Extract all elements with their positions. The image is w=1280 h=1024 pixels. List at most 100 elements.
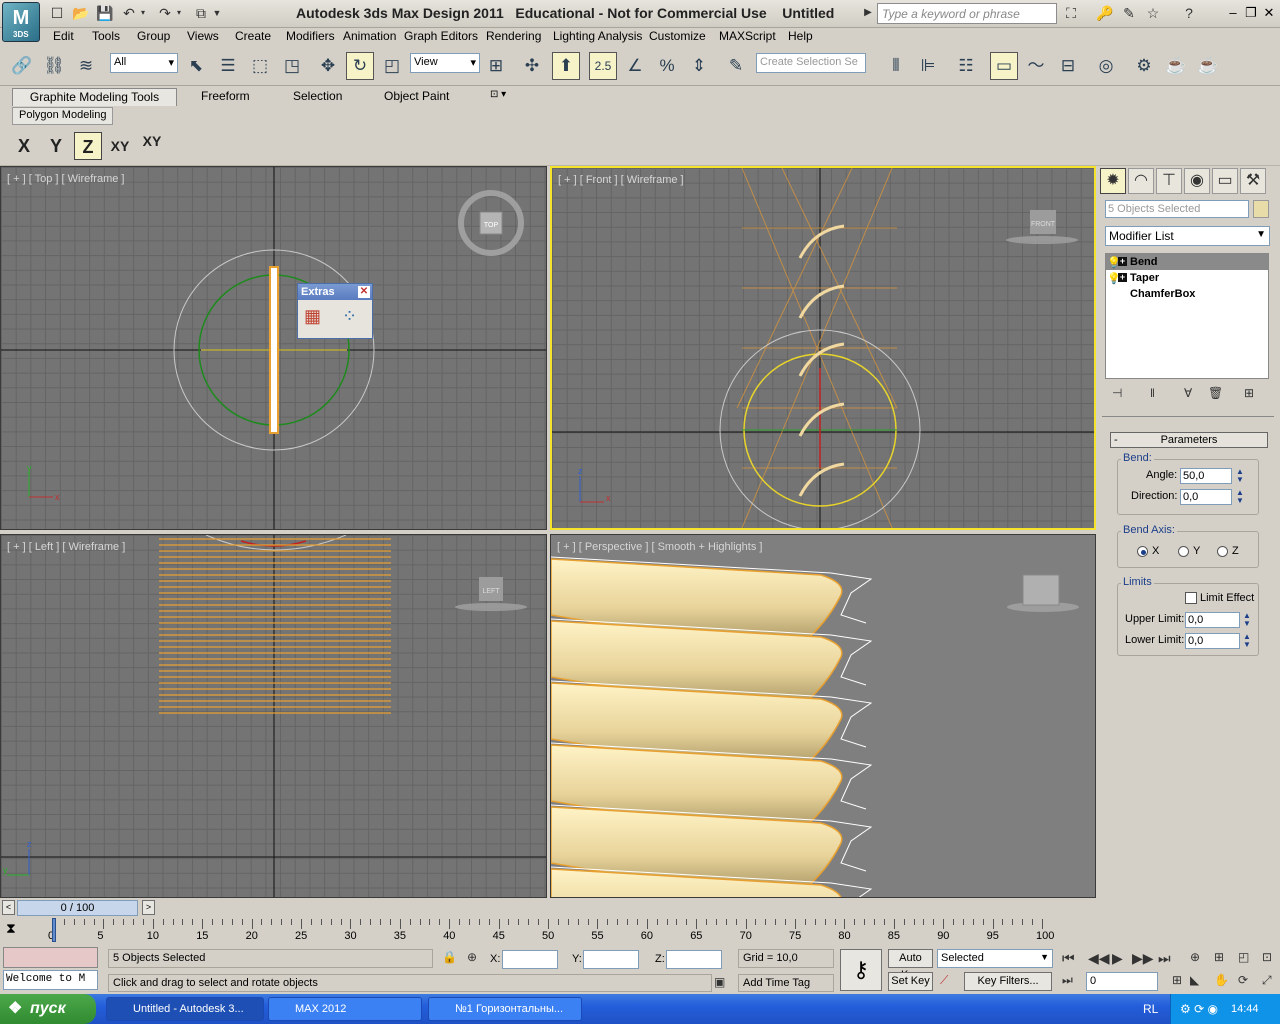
axis-x-button[interactable]: X bbox=[10, 132, 38, 160]
tab-graphite-modeling-tools[interactable]: Graphite Modeling Tools bbox=[12, 88, 177, 106]
clock[interactable]: 14:44 bbox=[1231, 1003, 1259, 1015]
tab-polygon-modeling[interactable]: Polygon Modeling bbox=[12, 107, 114, 125]
time-tag-icon[interactable]: ▣ bbox=[714, 975, 725, 989]
remove-modifier-icon[interactable]: 🗑 bbox=[1208, 386, 1223, 400]
curve-editor-icon[interactable]: 〜 bbox=[1022, 52, 1050, 80]
project-folder-icon[interactable]: ⧉ bbox=[192, 4, 210, 22]
close-icon[interactable]: ✕ bbox=[358, 286, 370, 298]
maxscript-mini-listener[interactable]: Welcome to M bbox=[3, 970, 98, 990]
mirror-icon[interactable]: ⫴ bbox=[882, 52, 910, 80]
viewcube-front-label[interactable]: FRONT bbox=[1031, 221, 1056, 228]
subscription-icon[interactable]: 🔑 bbox=[1096, 4, 1114, 22]
parameters-rollout-header[interactable]: - Parameters bbox=[1110, 432, 1268, 448]
maxscript-listener-pink[interactable] bbox=[3, 947, 98, 968]
select-and-manipulate-icon[interactable]: ✣ bbox=[518, 52, 546, 80]
minimize-button[interactable]: ‒ bbox=[1224, 4, 1242, 22]
direction-spinner[interactable]: ▲ ▼ bbox=[1235, 489, 1245, 505]
modify-tab-icon[interactable]: ◠ bbox=[1128, 168, 1154, 194]
rectangular-selection-icon[interactable]: ⬚ bbox=[246, 52, 274, 80]
select-and-link-icon[interactable]: 🔗 bbox=[8, 52, 36, 80]
orbit-icon[interactable]: ⟳ bbox=[1238, 973, 1248, 987]
edit-named-selection-icon[interactable]: ✎ bbox=[722, 52, 750, 80]
open-file-icon[interactable]: 📂 bbox=[72, 4, 90, 22]
motion-tab-icon[interactable]: ◉ bbox=[1184, 168, 1210, 194]
angle-input[interactable]: 50,0 bbox=[1180, 468, 1232, 484]
select-object-icon[interactable]: ⬉ bbox=[182, 52, 210, 80]
percent-snap-icon[interactable]: % bbox=[653, 52, 681, 80]
save-file-icon[interactable]: 💾 bbox=[96, 4, 114, 22]
binoculars-icon[interactable]: ⛶ bbox=[1062, 4, 1080, 22]
z-coord-input[interactable] bbox=[666, 950, 722, 969]
rendered-frame-window-icon[interactable]: ☕ bbox=[1162, 52, 1190, 80]
make-unique-icon[interactable]: ∀ bbox=[1184, 386, 1192, 400]
pan-icon[interactable]: ✋ bbox=[1214, 973, 1229, 987]
menu-customize[interactable]: Customize bbox=[649, 29, 706, 43]
unlink-icon[interactable]: ⛓ bbox=[40, 52, 68, 80]
axis-y-radio[interactable] bbox=[1178, 546, 1189, 557]
tab-selection[interactable]: Selection bbox=[287, 88, 348, 106]
render-production-icon[interactable]: ☕ bbox=[1194, 52, 1222, 80]
axis-x-radio[interactable] bbox=[1137, 546, 1148, 557]
material-editor-icon[interactable]: ◎ bbox=[1092, 52, 1120, 80]
previous-frame-icon[interactable]: ◀◀ bbox=[1088, 950, 1110, 967]
restore-button[interactable]: ❐ bbox=[1242, 4, 1260, 22]
zoom-all-icon[interactable]: ⊞ bbox=[1214, 950, 1224, 964]
zoom-extents-icon[interactable]: ◰ bbox=[1238, 950, 1249, 964]
layer-manager-icon[interactable]: ☷ bbox=[952, 52, 980, 80]
direction-input[interactable]: 0,0 bbox=[1180, 489, 1232, 505]
stack-item-bend[interactable]: 💡 + Bend bbox=[1106, 254, 1268, 270]
limit-effect-checkbox[interactable] bbox=[1185, 592, 1197, 604]
object-name-field[interactable]: 5 Objects Selected bbox=[1105, 200, 1249, 218]
show-end-result-icon[interactable]: ‖ bbox=[1150, 386, 1155, 400]
reference-coordinate-dropdown[interactable]: View ▾ bbox=[410, 53, 480, 73]
menu-lighting-analysis[interactable]: Lighting Analysis bbox=[553, 29, 642, 43]
expand-icon[interactable]: + bbox=[1118, 273, 1127, 282]
y-coord-input[interactable] bbox=[583, 950, 639, 969]
task-max-2012-folder[interactable]: MAX 2012 bbox=[268, 997, 422, 1021]
time-slider-handle[interactable]: 0 / 100 bbox=[17, 900, 138, 916]
lower-limit-input[interactable]: 0,0 bbox=[1185, 633, 1240, 649]
pin-stack-icon[interactable]: ⊣ bbox=[1112, 386, 1122, 400]
undo-icon[interactable]: ↶ bbox=[120, 4, 138, 22]
menu-views[interactable]: Views bbox=[187, 29, 219, 43]
default-tangent-icon[interactable]: ⟋ bbox=[940, 973, 948, 988]
language-indicator[interactable]: RL bbox=[1143, 1002, 1158, 1016]
expand-icon[interactable]: + bbox=[1118, 257, 1127, 266]
select-by-name-icon[interactable]: ☰ bbox=[214, 52, 242, 80]
absolute-mode-icon[interactable]: ⊕ bbox=[467, 950, 477, 964]
redo-dropdown-icon[interactable]: ▾ bbox=[174, 4, 184, 22]
menu-rendering[interactable]: Rendering bbox=[486, 29, 541, 43]
menu-modifiers[interactable]: Modifiers bbox=[286, 29, 335, 43]
viewcube-left-label[interactable]: LEFT bbox=[482, 588, 500, 595]
menu-graph-editors[interactable]: Graph Editors bbox=[404, 29, 478, 43]
array-icon[interactable]: ▦ bbox=[304, 306, 321, 327]
menu-help[interactable]: Help bbox=[788, 29, 813, 43]
select-and-scale-icon[interactable]: ◰ bbox=[378, 52, 406, 80]
axis-y-button[interactable]: Y bbox=[42, 132, 70, 160]
undo-dropdown-icon[interactable]: ▾ bbox=[138, 4, 148, 22]
create-tab-icon[interactable]: ✹ bbox=[1100, 168, 1126, 194]
named-selection-sets-dropdown[interactable]: Create Selection Se bbox=[756, 53, 866, 73]
track-bar[interactable]: ⧗ 05101520253035404550556065707580859095… bbox=[0, 917, 1054, 943]
select-and-rotate-icon[interactable]: ↻ bbox=[346, 52, 374, 80]
extras-panel[interactable]: Extras ✕ ▦ ⁘ bbox=[297, 283, 373, 339]
tray-icons[interactable]: ⚙ ⟳ ◉ bbox=[1180, 1002, 1218, 1016]
bind-space-warp-icon[interactable]: ≋ bbox=[72, 52, 100, 80]
tab-freeform[interactable]: Freeform bbox=[195, 88, 256, 106]
extras-title-bar[interactable]: Extras ✕ bbox=[298, 284, 372, 300]
lock-selection-icon[interactable]: 🔒 bbox=[442, 950, 457, 964]
time-slider-next-icon[interactable]: > bbox=[142, 900, 155, 915]
upper-limit-input[interactable]: 0,0 bbox=[1185, 612, 1240, 628]
axis-xy-cycle-button[interactable]: XY bbox=[138, 132, 166, 160]
field-of-view-icon[interactable]: ◣ bbox=[1190, 973, 1199, 987]
quick-access-dropdown-icon[interactable]: ▼ bbox=[212, 4, 222, 22]
zoom-extents-all-icon[interactable]: ⊡ bbox=[1262, 950, 1272, 964]
upper-limit-spinner[interactable]: ▲ ▼ bbox=[1242, 612, 1252, 628]
axis-z-radio[interactable] bbox=[1217, 546, 1228, 557]
go-to-end-icon[interactable]: ⏭ bbox=[1158, 950, 1171, 967]
window-crossing-icon[interactable]: ◳ bbox=[278, 52, 306, 80]
menu-create[interactable]: Create bbox=[235, 29, 271, 43]
hierarchy-tab-icon[interactable]: ⊤ bbox=[1156, 168, 1182, 194]
render-setup-icon[interactable]: ⚙ bbox=[1130, 52, 1158, 80]
auto-key-button[interactable]: Auto Key bbox=[888, 949, 933, 981]
